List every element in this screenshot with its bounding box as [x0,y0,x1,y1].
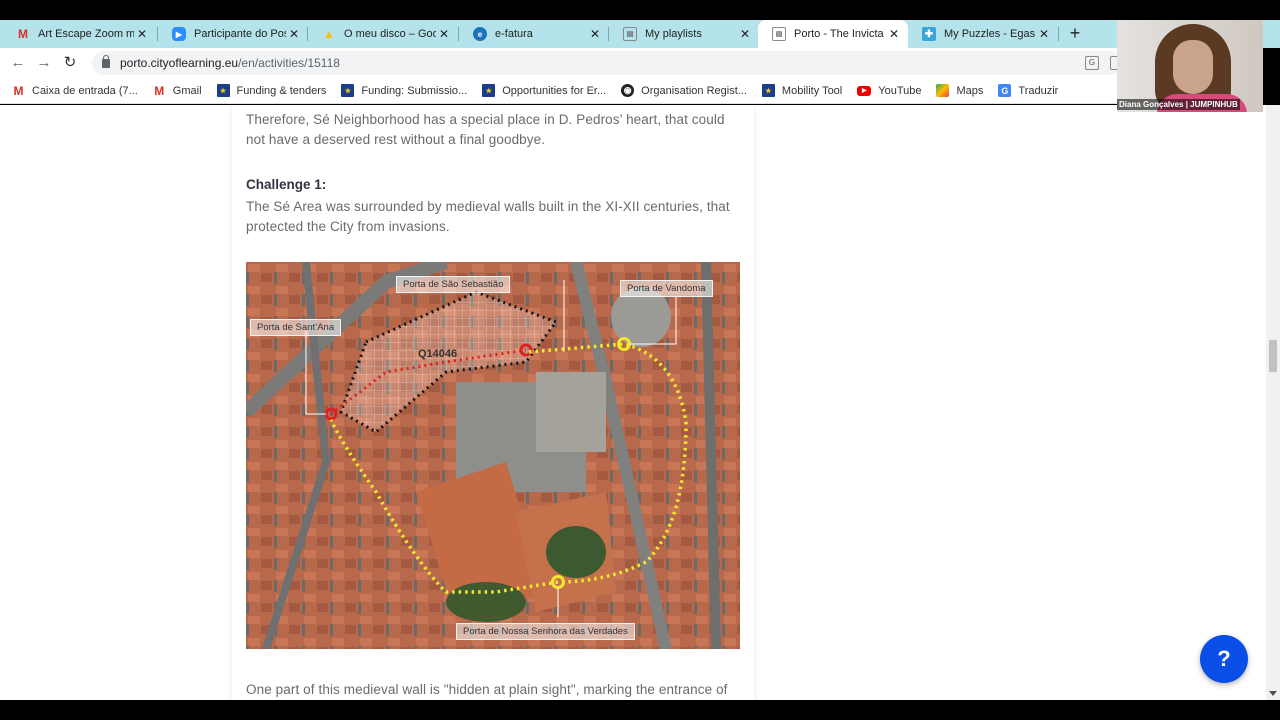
gmail-icon: M [18,27,28,41]
bookmark-youtube[interactable]: ▶ YouTube [857,85,921,97]
close-icon[interactable]: ✕ [134,27,150,41]
eu-flag-icon: ★ [341,84,355,97]
zoom-icon: ▶ [172,27,186,41]
scroll-down-arrow-icon[interactable] [1269,691,1277,696]
bookmark-label: Gmail [172,84,202,97]
medieval-walls-map-image: Porta de São Sebastião Porta de Vandoma … [246,262,740,649]
bookmarks-bar: M Caixa de entrada (7... M Gmail ★ Fundi… [0,78,1118,104]
bookmark-label: Traduzir [1018,84,1059,97]
challenge-heading: Challenge 1: [246,177,327,192]
maps-icon [936,84,950,97]
url-path: /en/activities/15118 [238,56,340,70]
help-button[interactable]: ? [1200,635,1248,683]
bookmark-funding-tenders[interactable]: ★ Funding & tenders [216,84,327,97]
eu-flag-icon: ★ [482,84,496,97]
e-fatura-icon: e [473,27,487,41]
participant-name-label: Diana Gonçalves | JUMPINHUB [1117,99,1240,110]
tab-title: Art Escape Zoom mee [38,28,134,40]
screen: M Art Escape Zoom mee ✕ ▶ Participante d… [0,0,1280,720]
close-icon[interactable]: ✕ [737,27,753,41]
map-label-porta-sao-sebastiao: Porta de São Sebastião [396,276,511,293]
bookmark-label: Organisation Regist... [641,84,747,97]
bookmark-organisation-registration[interactable]: ◉ Organisation Regist... [621,84,747,97]
bottom-black-bar [0,700,1280,720]
translate-icon: G [998,84,1012,97]
challenge-text: The Sé Area was surrounded by medieval w… [246,199,730,234]
activity-content-card: Therefore, Sé Neighborhood has a special… [232,105,754,700]
tab-art-escape[interactable]: M Art Escape Zoom mee ✕ [2,20,156,48]
playlist-icon: ▤ [772,27,786,41]
url-host: porto.cityoflearning.eu [120,56,239,70]
next-paragraph: One part of this medieval wall is "hidde… [246,682,728,697]
navigation-bar: ← → ↻ porto.cityoflearning.eu /en/activi… [0,48,1124,78]
lock-icon [102,54,110,68]
tab-e-fatura[interactable]: e e-fatura ✕ [459,20,609,48]
reload-button[interactable]: ↻ [57,50,83,76]
youtube-icon: ▶ [857,85,872,96]
page-scrollbar[interactable] [1266,105,1280,700]
map-label-porta-sant-ana: Porta de Sant’Ana [250,319,342,336]
playlist-icon: ▤ [623,27,637,41]
map-code-label: Q14046 [418,348,458,360]
google-drive-icon: ▲ [323,27,335,41]
tab-porto-active[interactable]: ▤ Porto - The Invicta Ci ✕ [758,20,908,48]
close-icon[interactable]: ✕ [886,27,902,41]
close-icon[interactable]: ✕ [587,27,603,41]
tab-google-drive[interactable]: ▲ O meu disco – Googl ✕ [308,20,458,48]
eu-flag-icon: ★ [761,84,775,97]
tab-title: Porto - The Invicta Ci [794,28,886,40]
scrollbar-thumb[interactable] [1269,340,1277,372]
bookmark-opportunities[interactable]: ★ Opportunities for Er... [482,84,606,97]
tab-separator [1058,27,1059,41]
translate-page-icon[interactable]: G [1085,56,1099,70]
video-call-overlay: Diana Gonçalves | JUMPINHUB [1117,20,1263,112]
bookmark-label: YouTube [878,84,922,97]
close-icon[interactable]: ✕ [286,27,302,41]
puzzle-icon: ✚ [922,27,936,41]
bookmark-gmail[interactable]: M Gmail [153,83,202,98]
address-bar[interactable]: porto.cityoflearning.eu /en/activities/1… [92,51,1124,75]
bookmark-traduzir[interactable]: G Traduzir [998,84,1058,97]
bookmark-label: Maps [956,84,984,97]
globe-icon: ◉ [621,84,635,97]
tab-title: My Puzzles - Egas Mo [944,28,1036,40]
back-button[interactable]: ← [5,50,31,76]
participant-face [1173,40,1213,94]
bookmark-label: Funding: Submissio... [361,84,468,97]
page-viewport: Therefore, Sé Neighborhood has a special… [0,105,1266,700]
map-label-porta-vandoma: Porta de Vandoma [620,280,713,297]
tab-my-puzzles[interactable]: ✚ My Puzzles - Egas Mo ✕ [908,20,1058,48]
close-icon[interactable]: ✕ [1036,27,1052,41]
close-icon[interactable]: ✕ [436,27,452,41]
bookmark-mobility-tool[interactable]: ★ Mobility Tool [761,84,843,97]
tab-title: O meu disco – Googl [344,28,436,40]
forward-button[interactable]: → [31,50,57,76]
tab-title: My playlists [645,28,702,40]
bookmark-label: Mobility Tool [781,84,843,97]
top-black-bar [0,0,1280,20]
bookmark-label: Opportunities for Er... [502,84,607,97]
bookmark-label: Caixa de entrada (7... [32,84,138,97]
intro-paragraph: Therefore, Sé Neighborhood has a special… [246,112,725,147]
new-tab-button[interactable]: + [1064,23,1086,45]
gmail-icon: M [154,83,165,98]
tab-my-playlists[interactable]: ▤ My playlists ✕ [609,20,759,48]
bookmark-caixa-de-entrada[interactable]: M Caixa de entrada (7... [12,83,138,98]
tab-strip: M Art Escape Zoom mee ✕ ▶ Participante d… [0,20,1280,48]
gmail-icon: M [13,83,24,98]
bookmark-funding-submission[interactable]: ★ Funding: Submissio... [341,84,467,97]
eu-flag-icon: ★ [216,84,230,97]
bookmark-label: Funding & tenders [236,84,327,97]
tab-participante[interactable]: ▶ Participante do Post - ✕ [158,20,308,48]
map-label-porta-nossa-senhora: Porta de Nossa Senhora das Verdades [456,623,635,640]
tab-title: Participante do Post - [194,28,286,40]
tab-title: e-fatura [495,28,533,40]
bookmark-maps[interactable]: Maps [936,84,983,97]
